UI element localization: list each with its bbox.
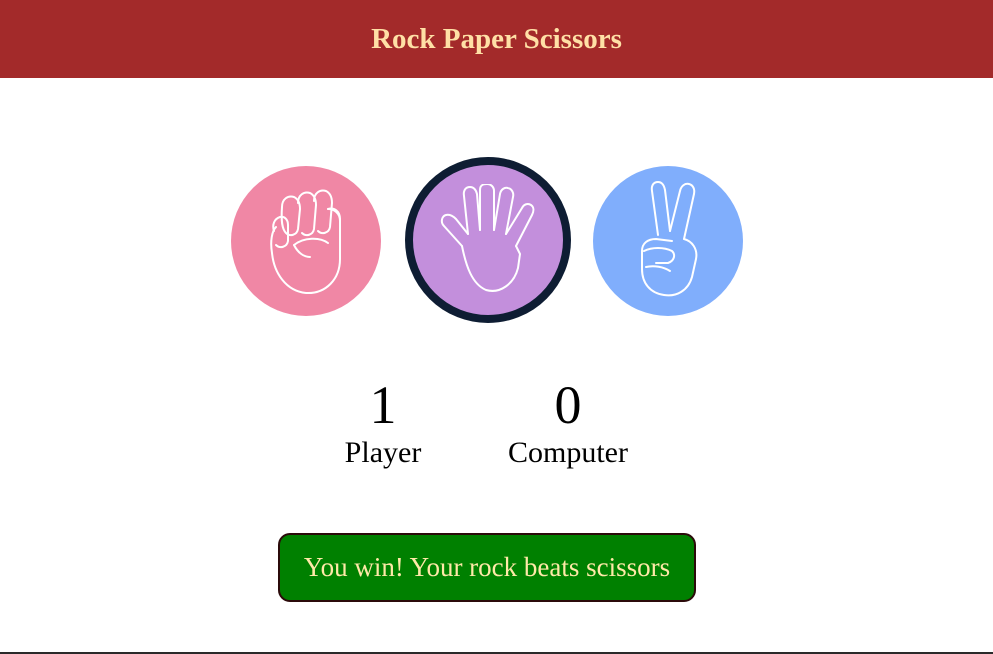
rock-choice-button[interactable]	[231, 166, 381, 316]
paper-choice-button[interactable]	[405, 157, 571, 323]
game-page: Rock Paper Scissors 1 Player 0 Computer …	[0, 0, 993, 654]
computer-score-value: 0	[554, 375, 582, 435]
open-hand-icon	[440, 184, 535, 292]
computer-score: 0 Computer	[488, 378, 648, 470]
player-score: 1 Player	[323, 378, 443, 470]
result-message-box: You win! Your rock beats scissors	[278, 533, 696, 602]
peace-sign-icon	[641, 181, 698, 297]
player-score-value: 1	[369, 375, 397, 435]
player-score-label: Player	[344, 436, 422, 469]
result-message-text: You win! Your rock beats scissors	[303, 552, 671, 582]
page-title: Rock Paper Scissors	[371, 22, 622, 55]
scissors-choice-button[interactable]	[593, 166, 743, 316]
header-bar: Rock Paper Scissors	[0, 0, 993, 78]
computer-score-label: Computer	[508, 436, 628, 469]
fist-icon	[270, 189, 341, 295]
